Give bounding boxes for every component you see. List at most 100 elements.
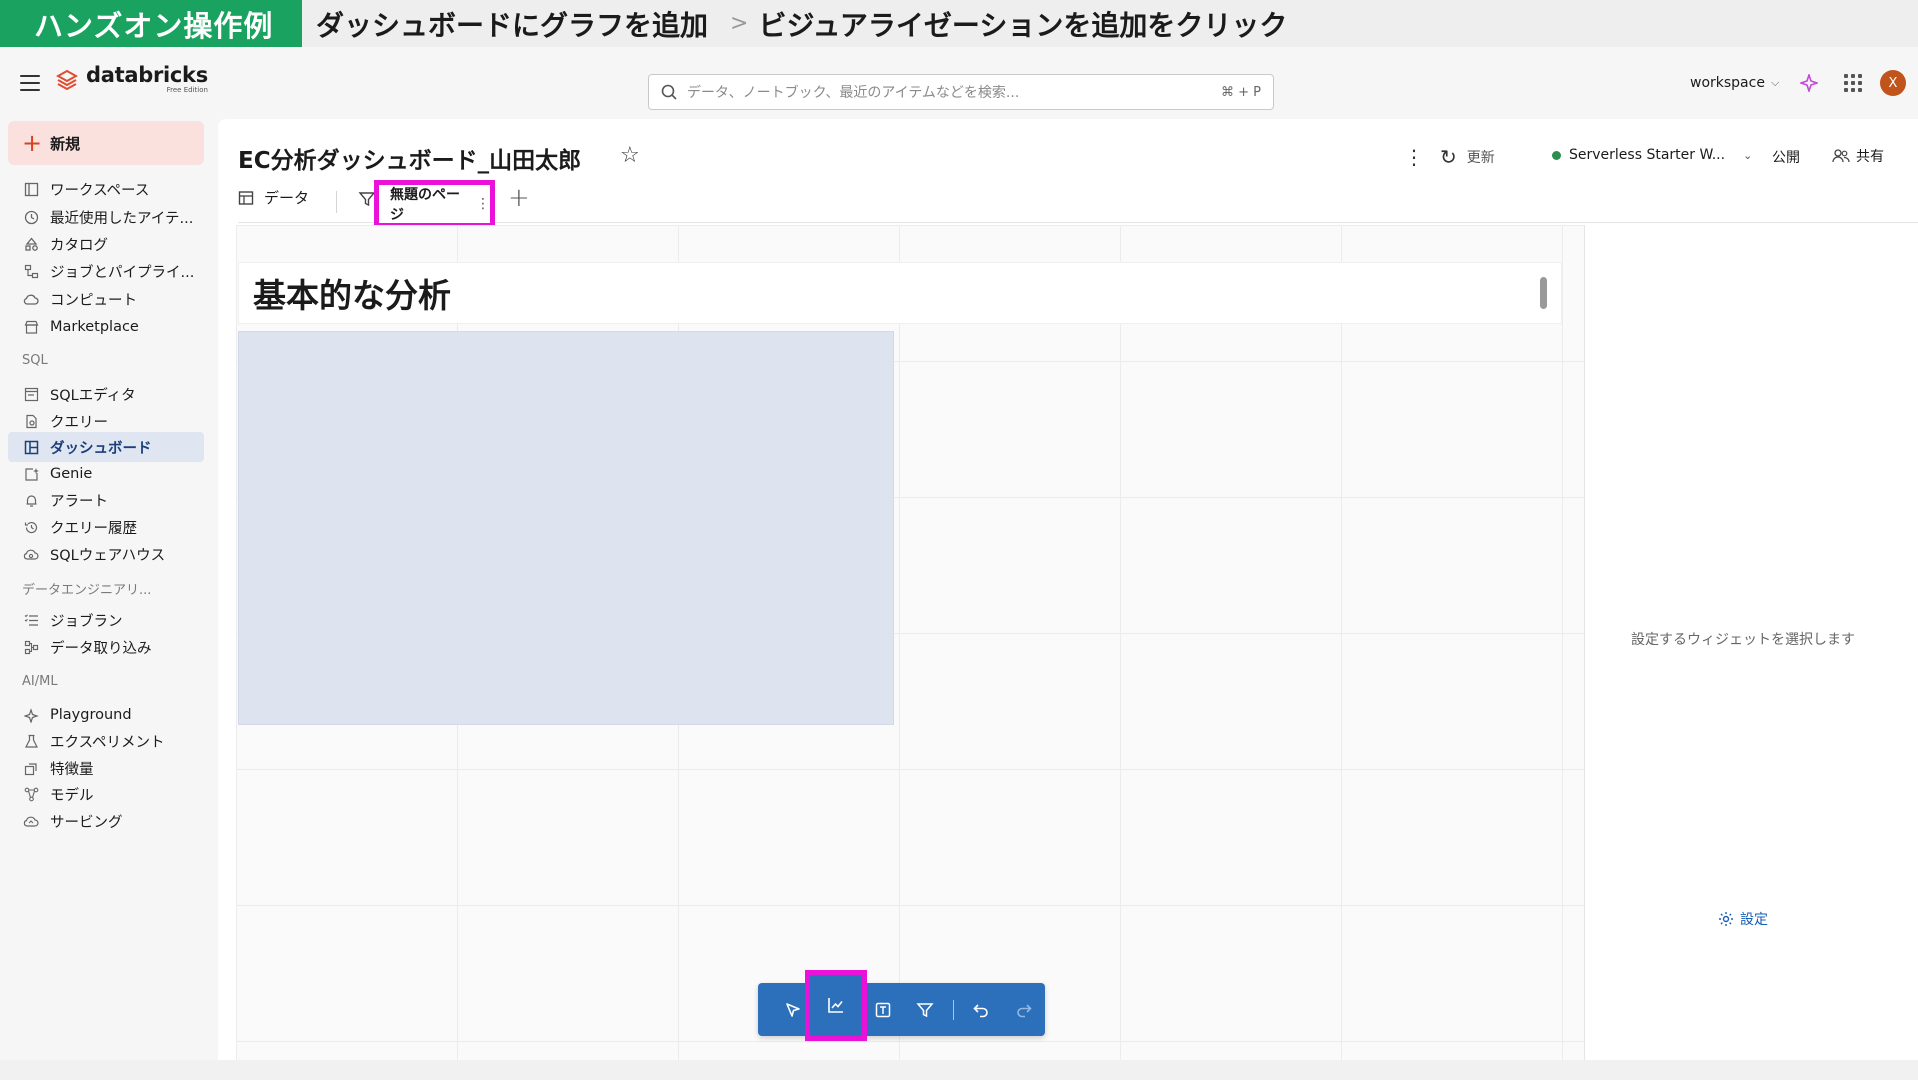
clock-icon (22, 208, 40, 226)
catalog-icon (22, 235, 40, 253)
sidebar-item-jobs-pipelines[interactable]: ジョブとパイプライ... (8, 256, 204, 286)
ingest-icon (22, 638, 40, 656)
chevron-down-icon: ⌵ (1770, 76, 1780, 89)
gear-icon (1719, 912, 1733, 926)
toolbar-separator (952, 999, 954, 1020)
search-input[interactable]: データ、ノートブック、最近のアイテムなどを検索... ⌘ + P (648, 74, 1274, 110)
tab-more-icon[interactable]: ⋮ (476, 196, 490, 212)
sidebar-item-job-runs[interactable]: ジョブラン (8, 605, 204, 635)
line-chart-icon (828, 998, 843, 1013)
widget-placeholder[interactable] (238, 331, 894, 725)
add-visualization-button[interactable] (804, 969, 868, 1041)
warehouse-status-dot (1552, 150, 1561, 160)
settings-label: 設定 (1740, 912, 1768, 928)
add-page-icon[interactable]: + (508, 183, 530, 213)
workspace-switcher[interactable]: workspace ⌵ (1690, 75, 1779, 91)
new-button-label: 新規 (50, 134, 81, 153)
search-shortcut: ⌘ + P (1221, 84, 1261, 100)
databricks-logo[interactable]: databricks Free Edition (56, 65, 208, 94)
sidebar-item-alerts[interactable]: アラート (8, 485, 204, 515)
sidebar-item-compute[interactable]: コンピュート (8, 284, 204, 314)
text-box-icon (875, 1002, 890, 1017)
filter-icon (916, 1002, 934, 1017)
warehouse-selector[interactable]: Serverless Starter W... ⌄ (1552, 147, 1752, 163)
sidebar-item-sql-warehouses[interactable]: SQLウェアハウス (8, 539, 204, 569)
tab-data-label: データ (264, 189, 310, 207)
empty-selection-message: 設定するウィジェットを選択します (1631, 632, 1855, 648)
sidebar-item-label: 最近使用したアイテ... (50, 210, 194, 227)
list-icon (22, 611, 40, 629)
widget-config-panel: 設定するウィジェットを選択します 設定 (1584, 225, 1900, 1060)
user-avatar[interactable]: X (1880, 70, 1906, 96)
sidebar-item-label: モデル (50, 787, 94, 804)
banner-tag: ハンズオン操作例 (0, 0, 302, 47)
widget-toolbar (758, 969, 1045, 1041)
genie-icon (22, 465, 40, 483)
sidebar-item-label: SQLウェアハウス (50, 547, 166, 564)
sidebar-item-models[interactable]: モデル (8, 779, 204, 809)
chevron-down-icon: ⌄ (1743, 148, 1753, 162)
banner-step-2: ビジュアライゼーションを追加をクリック (758, 8, 1288, 42)
hamburger-menu-icon[interactable] (20, 75, 40, 91)
sidebar-item-label: 特徴量 (50, 761, 94, 778)
canvas-heading[interactable]: 基本的な分析 (253, 269, 451, 317)
new-button[interactable]: + 新規 (8, 121, 204, 165)
tab-page-label: 無題のページ (390, 187, 460, 223)
sidebar-item-workspace[interactable]: ワークスペース (8, 174, 204, 204)
add-text-button[interactable] (861, 988, 904, 1032)
apps-grid-icon[interactable] (1844, 74, 1862, 92)
sparkle-icon (22, 706, 40, 724)
feature-icon (22, 759, 40, 777)
more-options-icon[interactable]: ⋮ (1404, 145, 1424, 169)
dashboard-canvas[interactable]: 基本的な分析 (236, 225, 1592, 1060)
sidebar-item-label: データ取り込み (50, 640, 152, 657)
sidebar-item-label: クエリー履歴 (50, 520, 137, 537)
banner-separator: > (730, 11, 749, 36)
undo-button[interactable] (960, 988, 1003, 1032)
redo-icon (1016, 1003, 1032, 1017)
page-tab-bar: データ 無題のページ ⋮ + (238, 177, 1918, 228)
settings-link[interactable]: 設定 (1585, 909, 1901, 929)
sidebar-item-recents[interactable]: 最近使用したアイテ... (8, 202, 204, 232)
refresh-button[interactable]: ↻ 更新 (1440, 145, 1495, 169)
dashboard-title[interactable]: EC分析ダッシュボード_山田太郎 (238, 141, 581, 175)
sidebar-item-label: SQLエディタ (50, 387, 136, 404)
tab-data[interactable]: データ (238, 187, 309, 208)
sidebar-item-data-ingestion[interactable]: データ取り込み (8, 632, 204, 662)
sidebar-item-marketplace[interactable]: Marketplace (8, 312, 204, 342)
history-icon (22, 518, 40, 536)
sidebar-item-catalog[interactable]: カタログ (8, 229, 204, 259)
search-icon (661, 84, 677, 100)
plus-icon: + (22, 129, 43, 157)
warehouse-label: Serverless Starter W... (1569, 147, 1726, 163)
redo-button[interactable] (1002, 988, 1045, 1032)
resize-handle[interactable] (1540, 277, 1547, 309)
undo-icon (973, 1003, 988, 1017)
store-icon (22, 318, 40, 336)
sidebar-item-dashboards[interactable]: ダッシュボード (8, 432, 204, 462)
sidebar-item-label: ワークスペース (50, 182, 150, 199)
sidebar-item-sql-editor[interactable]: SQLエディタ (8, 379, 204, 409)
publish-button[interactable]: 公開 (1772, 147, 1800, 167)
bell-icon (22, 491, 40, 509)
sidebar-item-label: コンピュート (50, 292, 137, 309)
share-button[interactable]: 共有 (1832, 146, 1884, 166)
query-icon (22, 412, 40, 430)
workflow-icon (22, 262, 40, 280)
refresh-label: 更新 (1466, 150, 1495, 166)
tab-untitled-page[interactable]: 無題のページ ⋮ (374, 180, 495, 228)
sidebar-item-label: ジョブとパイプライ... (50, 264, 195, 281)
warehouse-icon (22, 545, 40, 563)
star-icon[interactable]: ☆ (620, 143, 640, 168)
flask-icon (22, 732, 40, 750)
assistant-sparkle-icon[interactable] (1800, 74, 1818, 92)
logo-text: databricks (86, 63, 208, 87)
sidebar-item-serving[interactable]: サービング (8, 806, 204, 836)
cursor-icon (786, 1002, 801, 1017)
sidebar-item-experiments[interactable]: エクスペリメント (8, 726, 204, 756)
add-filter-button[interactable] (904, 988, 947, 1032)
sidebar: + 新規 ワークスペース 最近使用したアイテ... カタログ ジョブとパイプライ… (0, 119, 212, 1060)
text-widget[interactable]: 基本的な分析 (238, 262, 1562, 324)
sidebar-item-query-history[interactable]: クエリー履歴 (8, 512, 204, 542)
bottom-strip (0, 1060, 1918, 1080)
